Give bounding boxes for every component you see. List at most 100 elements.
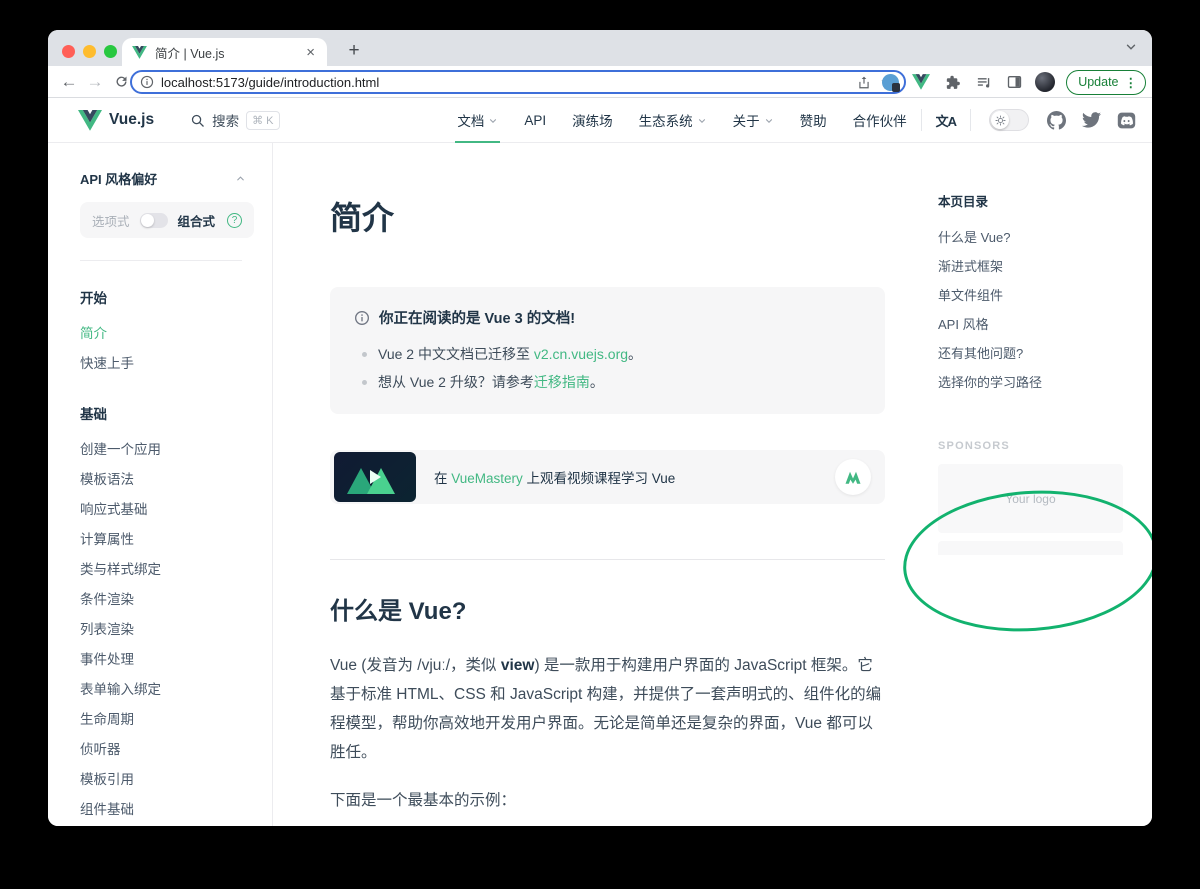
url-text[interactable]: localhost:5173/guide/introduction.html (161, 75, 847, 90)
nav-item-label: 生态系统 (639, 110, 693, 130)
extensions-row: Update ⋮ (880, 66, 1146, 98)
profile-avatar[interactable] (1035, 72, 1055, 92)
page-title: 简介 (330, 193, 938, 239)
zoom-window-button[interactable] (104, 45, 117, 58)
banner-text: 在 VueMastery 上观看视频课程学习 Vue (434, 467, 675, 487)
sidebar-item-计算属性[interactable]: 计算属性 (80, 523, 272, 553)
extensions-puzzle-icon[interactable] (942, 72, 962, 92)
info-callout-link[interactable]: v2.cn.vuejs.org (534, 346, 628, 362)
privacy-extension-icon[interactable] (880, 72, 900, 92)
nav-item-label: 合作伙伴 (853, 110, 907, 130)
nav-item-生态系统[interactable]: 生态系统 (639, 98, 707, 142)
nav-item-赞助[interactable]: 赞助 (800, 98, 827, 142)
example-lead-in: 下面是一个最基本的示例： (330, 788, 938, 810)
toc-item-渐进式框架[interactable]: 渐进式框架 (938, 251, 1152, 280)
page-info-icon[interactable] (140, 75, 154, 89)
tab-close-icon[interactable]: × (304, 45, 317, 60)
sidebar-item-响应式基础[interactable]: 响应式基础 (80, 493, 272, 523)
sidebar-item-创建一个应用[interactable]: 创建一个应用 (80, 433, 272, 463)
nav-item-label: 关于 (733, 110, 760, 130)
vue-devtools-extension-icon[interactable] (911, 72, 931, 92)
search-icon (190, 113, 205, 128)
twitter-icon[interactable] (1082, 112, 1101, 129)
address-bar[interactable]: localhost:5173/guide/introduction.html (130, 70, 906, 94)
back-button[interactable]: ← (56, 72, 82, 92)
vue-logo-icon (78, 110, 102, 131)
reading-list-extension-icon[interactable] (973, 72, 993, 92)
tab-strip: 简介 | Vue.js × + (48, 30, 1152, 66)
nav-item-合作伙伴[interactable]: 合作伙伴 (853, 98, 907, 142)
info-callout-link[interactable]: 迁移指南 (534, 374, 590, 390)
share-icon[interactable] (857, 75, 871, 90)
search-label: 搜索 (212, 110, 239, 130)
sun-icon (995, 115, 1006, 126)
nav-item-文档[interactable]: 文档 (457, 98, 498, 142)
sidebar-item-侦听器[interactable]: 侦听器 (80, 733, 272, 763)
forward-button[interactable]: → (82, 72, 108, 92)
search-shortcut-badge: ⌘ K (246, 111, 279, 130)
collapse-chevron-icon[interactable] (235, 173, 246, 184)
nav-item-关于[interactable]: 关于 (733, 98, 774, 142)
options-api-label[interactable]: 选项式 (92, 211, 130, 230)
toc-title: 本页目录 (938, 191, 1152, 210)
vue-favicon (132, 46, 147, 59)
sidebar-section-title: 开始 (80, 287, 272, 307)
site-logo[interactable]: Vue.js (78, 110, 154, 131)
sidebar-item-列表渲染[interactable]: 列表渲染 (80, 613, 272, 643)
toc-item-选择你的学习路径[interactable]: 选择你的学习路径 (938, 367, 1152, 396)
doc-sidebar: API 风格偏好 选项式 组合式 ? 开始简介快速上手基础创建一个应用模板语法响… (48, 143, 273, 826)
sidebar-item-表单输入绑定[interactable]: 表单输入绑定 (80, 673, 272, 703)
sponsor-placeholder-partial[interactable] (938, 541, 1123, 555)
search-button[interactable]: 搜索 ⌘ K (190, 110, 279, 130)
social-links (1047, 111, 1136, 130)
composition-api-label[interactable]: 组合式 (178, 211, 216, 230)
vuemastery-banner[interactable]: 在 VueMastery 上观看视频课程学习 Vue (330, 450, 885, 504)
info-callout-item: Vue 2 中文文档已迁移至 v2.cn.vuejs.org。 (354, 340, 861, 368)
sidebar-section-title: 基础 (80, 403, 272, 423)
theme-toggle[interactable] (989, 109, 1029, 131)
browser-tab[interactable]: 简介 | Vue.js × (122, 38, 327, 66)
sponsor-placeholder[interactable]: Your logo (938, 464, 1123, 533)
toc-item-API 风格[interactable]: API 风格 (938, 309, 1152, 338)
intro-paragraph: Vue (发音为 /vjuː/，类似 view) 是一款用于构建用户界面的 Ja… (330, 651, 888, 767)
api-style-toggle[interactable] (140, 213, 168, 228)
browser-menu-icon[interactable]: ⋮ (1125, 75, 1138, 90)
section-heading: 什么是 Vue? (330, 591, 938, 626)
new-tab-button[interactable]: + (340, 38, 368, 66)
window-controls (62, 45, 117, 58)
close-window-button[interactable] (62, 45, 75, 58)
sidebar-item-简介[interactable]: 简介 (80, 317, 272, 347)
side-panel-icon[interactable] (1004, 72, 1024, 92)
nav-item-演练场[interactable]: 演练场 (572, 98, 613, 142)
translations-icon[interactable]: 文A (936, 111, 956, 130)
play-icon (370, 470, 381, 484)
doc-content: 简介 你正在阅读的是 Vue 3 的文档! Vue 2 中文文档已迁移至 v2.… (273, 143, 938, 826)
vuemastery-link[interactable]: VueMastery (451, 471, 523, 486)
api-preference-help-icon[interactable]: ? (227, 213, 242, 228)
tab-search-chevron-icon[interactable] (1124, 40, 1138, 54)
site-body: API 风格偏好 选项式 组合式 ? 开始简介快速上手基础创建一个应用模板语法响… (48, 143, 1152, 826)
site-header: Vue.js 搜索 ⌘ K 文档 API 演练场 生态系统 关于 赞助 合作伙伴 文A (48, 98, 1152, 143)
sidebar-item-模板语法[interactable]: 模板语法 (80, 463, 272, 493)
update-label: Update (1078, 75, 1118, 89)
nav-item-API[interactable]: API (524, 98, 546, 142)
sidebar-item-快速上手[interactable]: 快速上手 (80, 347, 272, 377)
discord-icon[interactable] (1117, 111, 1136, 130)
toc-item-还有其他问题?[interactable]: 还有其他问题? (938, 338, 1152, 367)
header-divider (921, 109, 922, 131)
minimize-window-button[interactable] (83, 45, 96, 58)
section-divider (330, 559, 885, 560)
sidebar-item-模板引用[interactable]: 模板引用 (80, 763, 272, 793)
toc-item-单文件组件[interactable]: 单文件组件 (938, 280, 1152, 309)
toc-item-什么是 Vue?[interactable]: 什么是 Vue? (938, 222, 1152, 251)
nav-item-label: 文档 (457, 110, 484, 130)
sidebar-item-条件渲染[interactable]: 条件渲染 (80, 583, 272, 613)
sidebar-item-生命周期[interactable]: 生命周期 (80, 703, 272, 733)
sidebar-item-组件基础[interactable]: 组件基础 (80, 793, 272, 823)
sidebar-item-事件处理[interactable]: 事件处理 (80, 643, 272, 673)
github-icon[interactable] (1047, 111, 1066, 130)
sidebar-item-类与样式绑定[interactable]: 类与样式绑定 (80, 553, 272, 583)
chrome-update-button[interactable]: Update ⋮ (1066, 70, 1146, 95)
video-thumbnail[interactable] (334, 452, 416, 502)
vuemastery-logo (835, 459, 871, 495)
